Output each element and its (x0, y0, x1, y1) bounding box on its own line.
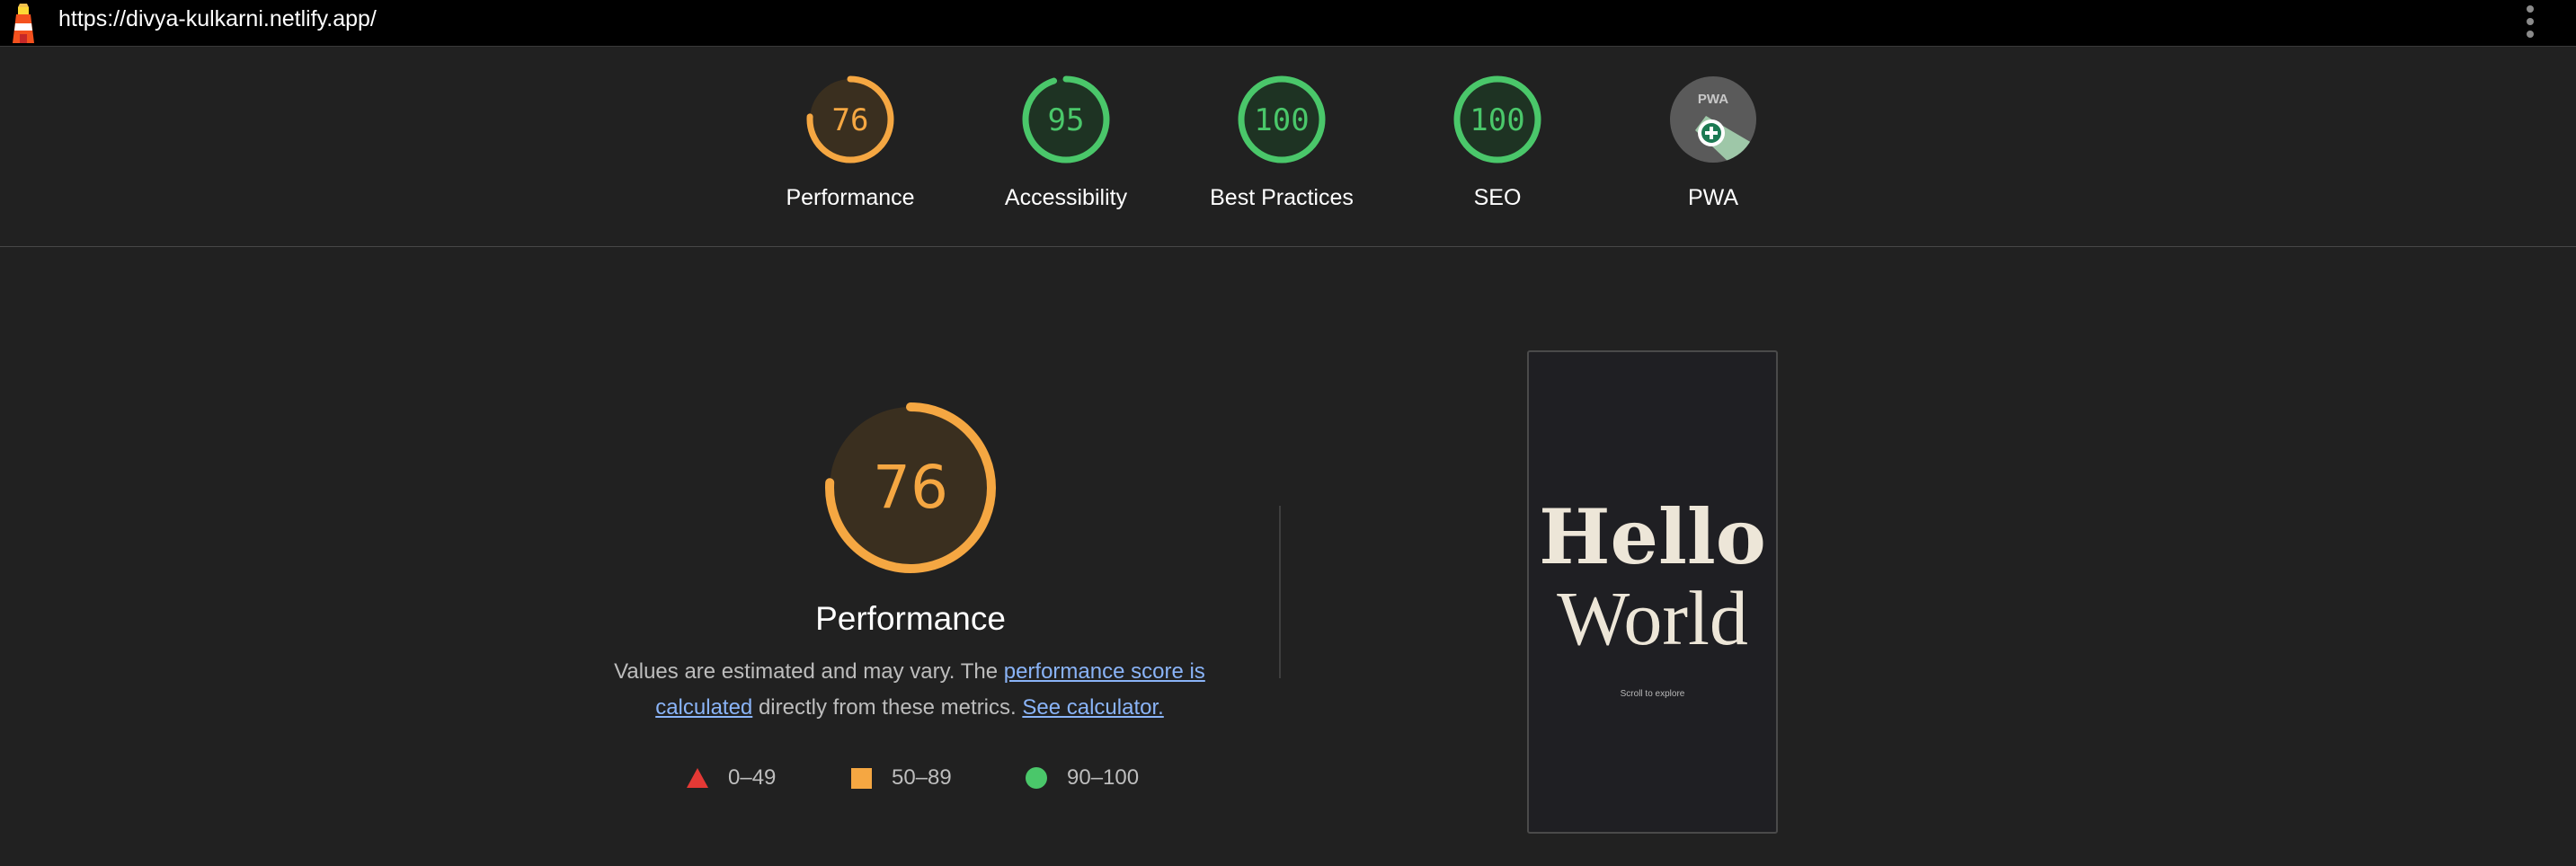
top-bar: https://divya-kulkarni.netlify.app/ (0, 0, 2576, 47)
section-divider (1279, 506, 1281, 678)
desc-text: directly from these metrics. (752, 695, 1023, 720)
score-ring: 95 (1022, 75, 1110, 163)
score-ring: 100 (1238, 75, 1326, 163)
score-value: 100 (1254, 102, 1309, 138)
performance-description: Values are estimated and may vary. The p… (604, 654, 1215, 726)
circle-icon (1026, 767, 1047, 789)
gauge-best-practices[interactable]: 100 Best Practices (1183, 75, 1381, 227)
performance-title: Performance (815, 600, 1006, 637)
gauge-seo[interactable]: 100 SEO (1399, 75, 1596, 227)
gauge-label: Accessibility (1004, 185, 1128, 210)
square-icon (851, 767, 872, 789)
pwa-badge-icon: PWA (1670, 76, 1756, 163)
category-summary: 76 Performance 95 Accessibility 100 Best… (0, 48, 2576, 247)
screenshot-heading-line1: Hello (1539, 492, 1766, 581)
screenshot-heading-line2: World (1557, 575, 1748, 661)
triangle-icon (687, 768, 708, 788)
performance-score-gauge: 76 (825, 402, 996, 573)
gauge-performance[interactable]: 76 Performance (751, 75, 949, 227)
gauge-label: SEO (1473, 185, 1522, 210)
score-ring: 76 (806, 75, 894, 163)
legend-range: 90–100 (1067, 765, 1140, 790)
final-screenshot-preview[interactable]: Hello World Scroll to explore (1527, 350, 1778, 834)
gauge-label: PWA (1687, 185, 1739, 210)
more-options-icon[interactable] (2517, 4, 2544, 40)
gauge-accessibility[interactable]: 95 Accessibility (967, 75, 1165, 227)
screenshot-scroll-hint: Scroll to explore (1620, 689, 1685, 699)
score-value: 76 (832, 102, 869, 138)
legend-range: 50–89 (892, 765, 952, 790)
legend-range: 0–49 (728, 765, 777, 790)
see-calculator-link[interactable]: See calculator. (1022, 695, 1163, 720)
gauge-label: Best Practices (1210, 185, 1354, 210)
legend-pass: 90–100 (1026, 760, 1139, 796)
svg-text:PWA: PWA (1698, 92, 1728, 107)
score-value: 100 (1470, 102, 1524, 138)
gauge-label: Performance (786, 185, 915, 210)
legend-average: 50–89 (851, 760, 952, 796)
score-ring: 100 (1453, 75, 1541, 163)
gauge-pwa[interactable]: PWA PWA (1614, 75, 1812, 227)
score-value: 95 (1048, 102, 1085, 138)
lighthouse-logo-icon (7, 2, 40, 45)
desc-text: Values are estimated and may vary. The (614, 659, 1004, 684)
page-url: https://divya-kulkarni.netlify.app/ (58, 6, 377, 31)
score-scale-legend: 0–49 50–89 90–100 (0, 760, 1285, 796)
legend-fail: 0–49 (687, 760, 776, 796)
performance-score-value: 76 (873, 453, 948, 522)
